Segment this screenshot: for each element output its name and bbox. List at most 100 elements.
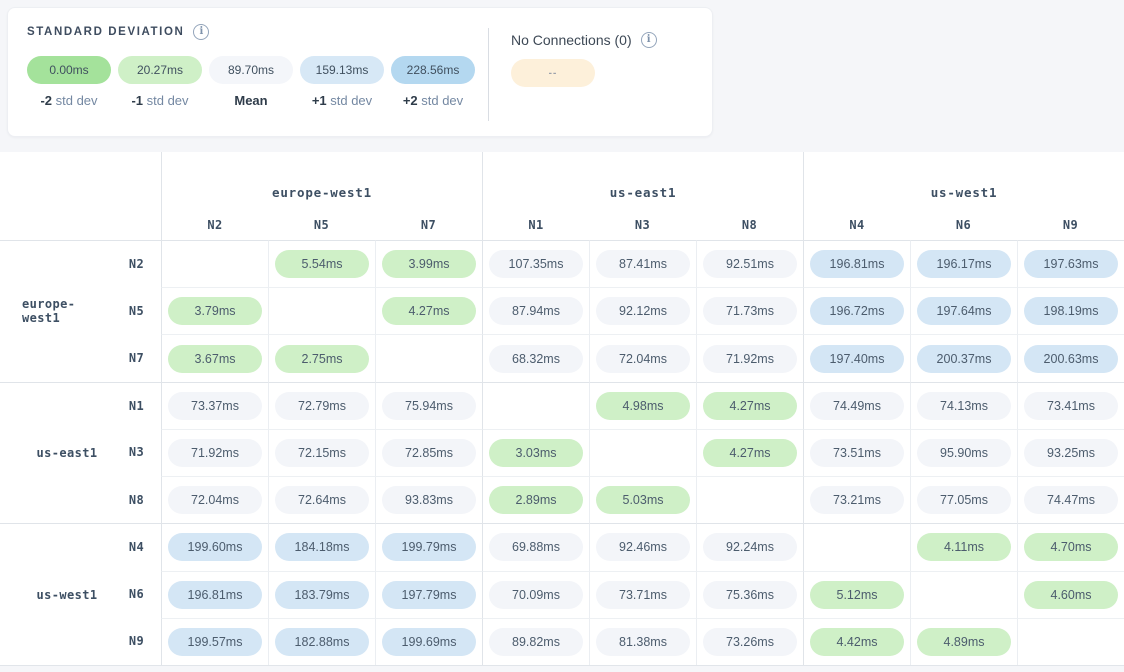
latency-pill: 72.64ms	[275, 486, 369, 514]
legend-labels: -2 std dev-1 std devMean+1 std dev+2 std…	[27, 93, 482, 108]
latency-cell: 72.64ms	[268, 476, 375, 523]
latency-pill: 73.71ms	[596, 581, 690, 609]
latency-pill: 4.89ms	[917, 628, 1011, 656]
info-icon[interactable]: i	[641, 32, 657, 48]
latency-pill: 199.57ms	[168, 628, 262, 656]
latency-cell: 4.27ms	[375, 287, 482, 334]
latency-pill: 2.89ms	[489, 486, 583, 514]
latency-cell: 87.41ms	[589, 240, 696, 287]
node-column-header: N9	[1017, 210, 1124, 240]
latency-cell: 4.70ms	[1017, 523, 1124, 570]
latency-pill: 4.70ms	[1024, 533, 1118, 561]
latency-pill: 72.79ms	[275, 392, 369, 420]
latency-cell: 74.13ms	[910, 382, 1017, 429]
latency-cell: 92.24ms	[696, 523, 803, 570]
matrix-corner-cell	[0, 152, 161, 240]
latency-pill: 199.60ms	[168, 533, 262, 561]
row-node-label: N1	[112, 382, 161, 429]
legend-label: +2 std dev	[391, 93, 475, 108]
latency-cell: 74.47ms	[1017, 476, 1124, 523]
latency-pill: 2.75ms	[275, 345, 369, 373]
legend-pills: 0.00ms20.27ms89.70ms159.13ms228.56ms	[27, 56, 475, 84]
latency-pill: 5.12ms	[810, 581, 904, 609]
latency-cell: 4.60ms	[1017, 571, 1124, 618]
latency-cell: 73.51ms	[803, 429, 910, 476]
latency-cell: 92.51ms	[696, 240, 803, 287]
latency-cell: 5.12ms	[803, 571, 910, 618]
self-latency-cell	[696, 476, 803, 523]
latency-cell: 92.12ms	[589, 287, 696, 334]
latency-pill: 92.51ms	[703, 250, 797, 278]
latency-cell: 73.26ms	[696, 618, 803, 665]
info-icon[interactable]: i	[193, 24, 209, 40]
node-column-header: N5	[268, 210, 375, 240]
latency-pill: 3.03ms	[489, 439, 583, 467]
latency-pill: 81.38ms	[596, 628, 690, 656]
latency-pill: 5.54ms	[275, 250, 369, 278]
latency-cell: 71.92ms	[696, 334, 803, 381]
latency-cell: 198.19ms	[1017, 287, 1124, 334]
self-latency-cell	[910, 571, 1017, 618]
latency-pill: 73.21ms	[810, 486, 904, 514]
latency-pill: 183.79ms	[275, 581, 369, 609]
latency-pill: 4.27ms	[703, 392, 797, 420]
self-latency-cell	[161, 240, 268, 287]
latency-cell: 197.63ms	[1017, 240, 1124, 287]
node-column-header: N6	[910, 210, 1017, 240]
latency-cell: 4.27ms	[696, 382, 803, 429]
latency-pill: 93.25ms	[1024, 439, 1118, 467]
latency-cell: 2.75ms	[268, 334, 375, 381]
latency-pill: 72.85ms	[382, 439, 476, 467]
latency-matrix: europe-west1N2N5N7us-east1N1N3N8us-west1…	[0, 152, 1124, 666]
latency-cell: 87.94ms	[482, 287, 589, 334]
latency-cell: 5.54ms	[268, 240, 375, 287]
no-connections-pill: --	[511, 59, 595, 87]
latency-cell: 5.03ms	[589, 476, 696, 523]
latency-cell: 4.89ms	[910, 618, 1017, 665]
node-column-header: N3	[589, 210, 696, 240]
latency-pill: 72.04ms	[168, 486, 262, 514]
row-region-label: us-east1	[0, 382, 112, 524]
latency-cell: 71.73ms	[696, 287, 803, 334]
latency-cell: 72.15ms	[268, 429, 375, 476]
latency-cell: 75.94ms	[375, 382, 482, 429]
latency-cell: 4.11ms	[910, 523, 1017, 570]
latency-cell: 73.41ms	[1017, 382, 1124, 429]
row-node-label: N2	[112, 240, 161, 287]
latency-pill: 200.63ms	[1024, 345, 1118, 373]
row-node-label: N6	[112, 571, 161, 618]
legend-pill: 228.56ms	[391, 56, 475, 84]
latency-pill: 3.79ms	[168, 297, 262, 325]
latency-cell: 89.82ms	[482, 618, 589, 665]
legend-label: Mean	[209, 93, 293, 108]
latency-cell: 107.35ms	[482, 240, 589, 287]
latency-pill: 198.19ms	[1024, 297, 1118, 325]
latency-dashboard-page: STANDARD DEVIATION i 0.00ms20.27ms89.70m…	[0, 0, 1124, 672]
latency-cell: 72.79ms	[268, 382, 375, 429]
latency-pill: 5.03ms	[596, 486, 690, 514]
latency-pill: 70.09ms	[489, 581, 583, 609]
region-column-header: europe-west1	[161, 152, 482, 210]
no-connections-title-row: No Connections (0) i	[511, 32, 657, 48]
latency-cell: 73.71ms	[589, 571, 696, 618]
latency-pill: 68.32ms	[489, 345, 583, 373]
latency-pill: 197.64ms	[917, 297, 1011, 325]
latency-cell: 196.17ms	[910, 240, 1017, 287]
latency-cell: 183.79ms	[268, 571, 375, 618]
latency-cell: 93.25ms	[1017, 429, 1124, 476]
latency-pill: 73.41ms	[1024, 392, 1118, 420]
legend-label: -2 std dev	[27, 93, 111, 108]
latency-cell: 69.88ms	[482, 523, 589, 570]
latency-cell: 73.37ms	[161, 382, 268, 429]
legend-title-row: STANDARD DEVIATION i	[27, 24, 209, 40]
latency-pill: 199.69ms	[382, 628, 476, 656]
latency-pill: 72.04ms	[596, 345, 690, 373]
latency-cell: 72.85ms	[375, 429, 482, 476]
legend-pill: 20.27ms	[118, 56, 202, 84]
latency-pill: 74.49ms	[810, 392, 904, 420]
latency-cell: 199.57ms	[161, 618, 268, 665]
latency-pill: 4.42ms	[810, 628, 904, 656]
latency-cell: 196.81ms	[161, 571, 268, 618]
latency-pill: 71.73ms	[703, 297, 797, 325]
region-column-header: us-west1	[803, 152, 1124, 210]
